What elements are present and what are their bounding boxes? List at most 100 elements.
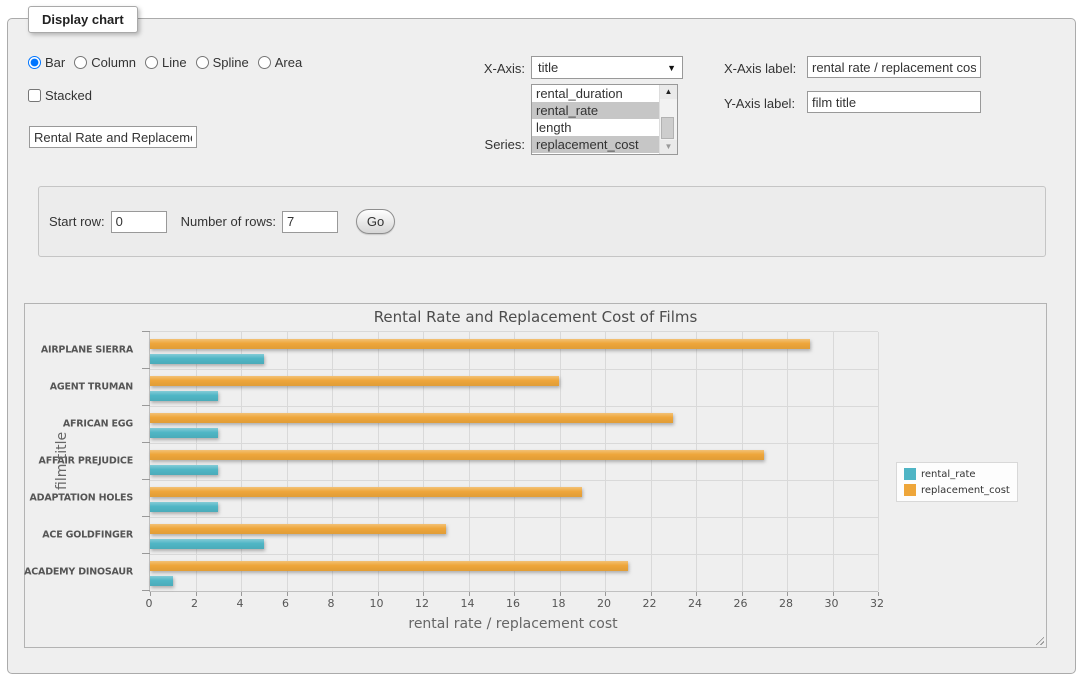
y-axis-tick: [142, 331, 150, 332]
scroll-down-icon[interactable]: ▼: [660, 140, 677, 154]
y-axis-label-field-label: Y-Axis label:: [724, 96, 804, 111]
x-axis-tick: [287, 592, 288, 596]
series-scrollbar[interactable]: ▲ ▼: [659, 85, 677, 154]
series-option-rental_duration[interactable]: rental_duration: [532, 85, 659, 102]
x-axis-select-label: X-Axis:: [430, 61, 525, 76]
chart-type-column[interactable]: Column: [74, 55, 136, 70]
rental_rate-bar[interactable]: [150, 465, 218, 475]
stacked-label: Stacked: [45, 88, 92, 103]
resize-grip-icon[interactable]: [1033, 634, 1044, 645]
rental_rate-bar[interactable]: [150, 502, 218, 512]
series-listbox[interactable]: rental_durationrental_ratelengthreplacem…: [531, 84, 678, 155]
x-axis-tick: [605, 592, 606, 596]
chart-type-line-radio[interactable]: [145, 56, 158, 69]
x-tick-label: 28: [779, 597, 793, 610]
y-axis-label-input[interactable]: [807, 91, 981, 113]
y-axis-title: film title: [53, 331, 71, 590]
replacement_cost-bar[interactable]: [150, 487, 582, 497]
replacement_cost-bar[interactable]: [150, 376, 559, 386]
series-list-label: Series:: [430, 137, 525, 152]
rental_rate-bar[interactable]: [150, 576, 173, 586]
chart-type-spline-radio[interactable]: [196, 56, 209, 69]
x-axis-tick: [833, 592, 834, 596]
category-label: ADAPTATION HOLES: [30, 492, 133, 503]
scrollbar-thumb[interactable]: [661, 117, 674, 139]
gridline: [332, 332, 333, 591]
chart-type-spline[interactable]: Spline: [196, 55, 249, 70]
gridline: [150, 369, 878, 370]
legend-label: rental_rate: [921, 469, 976, 480]
chart-type-label: Bar: [45, 55, 65, 70]
x-tick-labels: 02468101214161820222426283032: [149, 597, 877, 611]
gridline: [150, 443, 878, 444]
num-rows-input[interactable]: [282, 211, 338, 233]
legend-item-rental_rate[interactable]: rental_rate: [904, 468, 1010, 480]
gridline: [833, 332, 834, 591]
replacement_cost-bar[interactable]: [150, 339, 810, 349]
scrollbar-track[interactable]: [660, 99, 677, 140]
gridline: [423, 332, 424, 591]
series-option-rental_rate[interactable]: rental_rate: [532, 102, 659, 119]
chart-type-area-radio[interactable]: [258, 56, 271, 69]
x-axis-tick: [878, 592, 879, 596]
gridline: [514, 332, 515, 591]
chart-type-bar[interactable]: Bar: [28, 55, 65, 70]
x-axis-tick: [651, 592, 652, 596]
legend-label: replacement_cost: [921, 485, 1010, 496]
start-row-input[interactable]: [111, 211, 167, 233]
series-option-length[interactable]: length: [532, 119, 659, 136]
x-axis-tick: [241, 592, 242, 596]
chart-type-line[interactable]: Line: [145, 55, 187, 70]
series-option-replacement_cost[interactable]: replacement_cost: [532, 136, 659, 153]
replacement_cost-bar[interactable]: [150, 450, 764, 460]
x-axis-tick: [332, 592, 333, 596]
gridline: [241, 332, 242, 591]
x-axis-title: rental rate / replacement cost: [149, 616, 877, 632]
y-axis-tick: [142, 553, 150, 554]
gridline: [287, 332, 288, 591]
stacked-option[interactable]: Stacked: [28, 88, 92, 103]
x-tick-label: 24: [688, 597, 702, 610]
x-tick-label: 10: [370, 597, 384, 610]
scroll-up-icon[interactable]: ▲: [660, 85, 677, 99]
rental_rate-bar[interactable]: [150, 391, 218, 401]
x-axis-tick: [787, 592, 788, 596]
y-axis-tick: [142, 405, 150, 406]
x-tick-label: 18: [552, 597, 566, 610]
gridline: [150, 554, 878, 555]
gridline: [469, 332, 470, 591]
chart-type-bar-radio[interactable]: [28, 56, 41, 69]
x-axis-tick: [696, 592, 697, 596]
x-axis-label-input[interactable]: [807, 56, 981, 78]
chart-panel: Rental Rate and Replacement Cost of Film…: [24, 303, 1047, 648]
chart-type-label: Area: [275, 55, 302, 70]
x-axis-tick: [469, 592, 470, 596]
x-tick-label: 6: [282, 597, 289, 610]
replacement_cost-bar[interactable]: [150, 524, 446, 534]
fieldset-legend: Display chart: [28, 6, 138, 33]
plot-area: [149, 331, 878, 592]
x-axis-selected-value: title: [538, 60, 558, 75]
x-tick-label: 0: [146, 597, 153, 610]
x-tick-label: 14: [461, 597, 475, 610]
x-tick-label: 22: [643, 597, 657, 610]
go-button[interactable]: Go: [356, 209, 395, 234]
stacked-checkbox[interactable]: [28, 89, 41, 102]
rental_rate-bar[interactable]: [150, 354, 264, 364]
replacement_cost-bar[interactable]: [150, 561, 628, 571]
y-axis-tick: [142, 516, 150, 517]
chart-type-area[interactable]: Area: [258, 55, 302, 70]
x-axis-select[interactable]: title ▼: [531, 56, 683, 79]
y-axis-tick: [142, 590, 150, 591]
legend-swatch-icon: [904, 468, 916, 480]
gridline: [196, 332, 197, 591]
rental_rate-bar[interactable]: [150, 539, 264, 549]
rental_rate-bar[interactable]: [150, 428, 218, 438]
gridline: [742, 332, 743, 591]
replacement_cost-bar[interactable]: [150, 413, 673, 423]
gridline: [150, 517, 878, 518]
legend-item-replacement_cost[interactable]: replacement_cost: [904, 484, 1010, 496]
gridline: [605, 332, 606, 591]
chart-type-column-radio[interactable]: [74, 56, 87, 69]
chart-title-input[interactable]: [29, 126, 197, 148]
